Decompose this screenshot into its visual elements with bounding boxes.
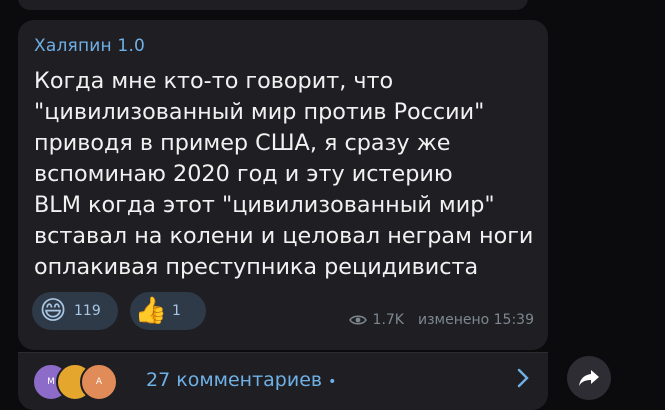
share-button[interactable] <box>567 356 611 400</box>
view-count: 1.7K <box>372 312 404 328</box>
reaction-thumbs-up[interactable]: 👍 1 <box>130 292 206 330</box>
message-text: Когда мне кто-то говорит, что "цивилизов… <box>34 68 534 280</box>
laugh-emoji-icon: 😄 <box>39 296 67 326</box>
sender-name[interactable]: Халяпин 1.0 <box>34 36 145 56</box>
previous-message-bubble <box>18 0 528 10</box>
eye-icon <box>348 315 367 325</box>
message-bubble[interactable]: Халяпин 1.0 Когда мне кто-то говорит, чт… <box>18 20 548 350</box>
message-meta: 1.7K изменено 15:39 <box>348 312 534 328</box>
comments-count-label: 27 комментариев <box>146 369 323 391</box>
edited-timestamp: изменено 15:39 <box>418 312 534 328</box>
thumbs-up-emoji-icon: 👍 <box>134 296 168 326</box>
comments-link[interactable]: 27 комментариев • <box>146 369 336 391</box>
reaction-laugh[interactable]: 😄 119 <box>32 292 118 330</box>
avatar: A <box>80 363 118 401</box>
reaction-count: 1 <box>172 303 181 319</box>
unread-dot: • <box>328 374 337 390</box>
commenter-avatars: M A <box>32 363 122 401</box>
share-arrow-icon <box>579 370 599 386</box>
chevron-right-icon[interactable] <box>516 367 530 394</box>
comments-bar[interactable]: M A 27 комментариев • <box>18 352 548 410</box>
reaction-count: 119 <box>74 303 101 319</box>
